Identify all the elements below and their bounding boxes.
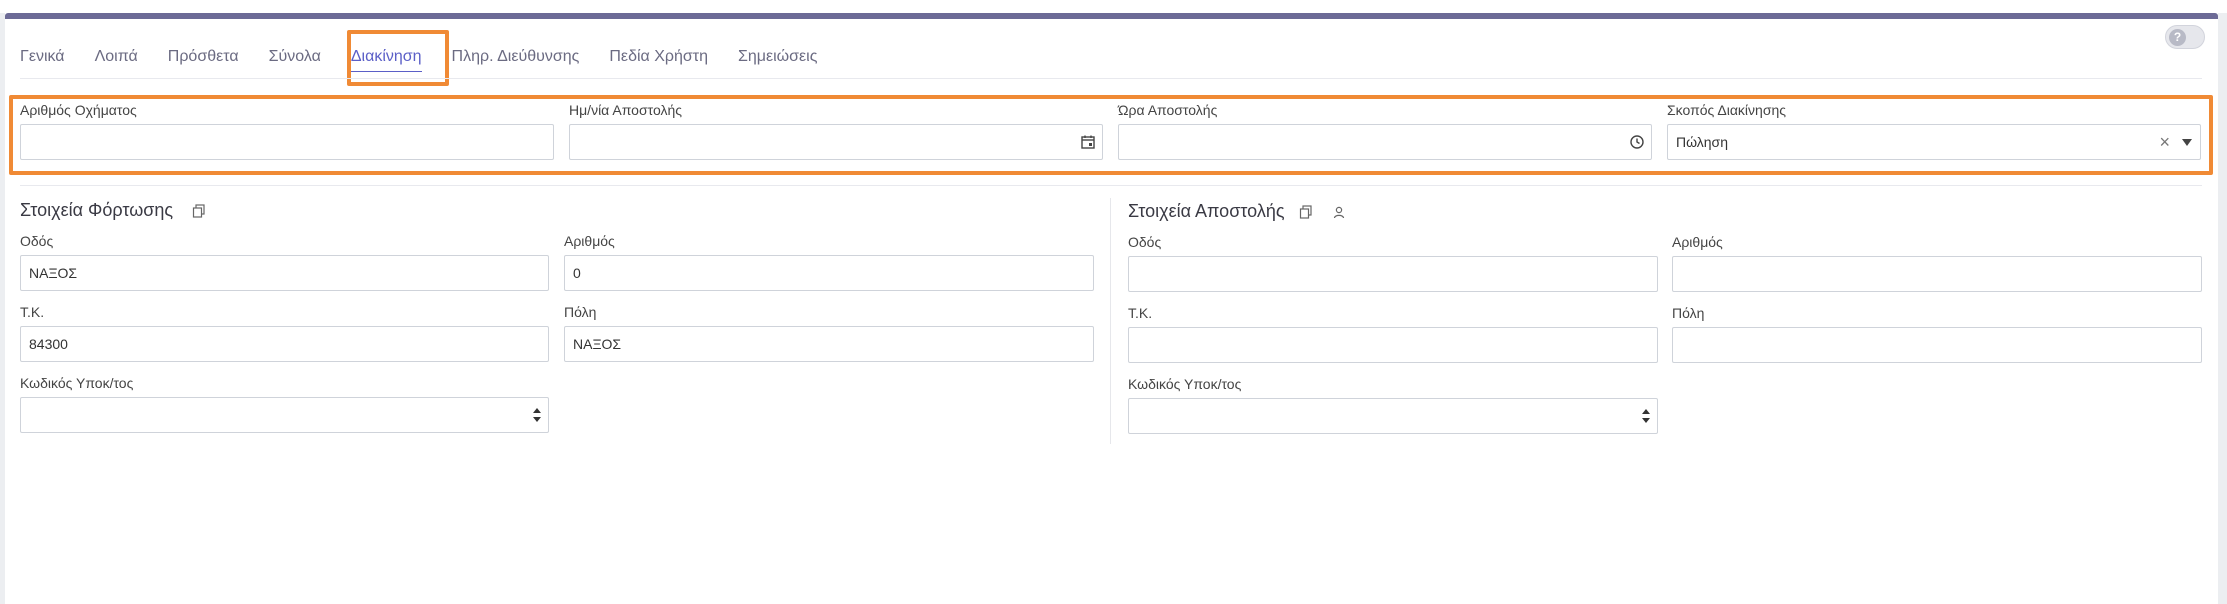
ship-date-input[interactable] bbox=[569, 124, 1103, 160]
tab-address-info[interactable]: Πληρ. Διεύθυνσης bbox=[452, 48, 580, 66]
delivery-number-input[interactable] bbox=[1672, 256, 2202, 292]
loading-zip-label: Τ.Κ. bbox=[20, 304, 45, 320]
vehicle-number-input[interactable] bbox=[20, 124, 554, 160]
delivery-branch-stepper[interactable] bbox=[1128, 398, 1658, 434]
copy-icon[interactable] bbox=[1299, 205, 1313, 219]
vehicle-number-label: Αριθμός Οχήματος bbox=[20, 102, 137, 118]
tab-additional[interactable]: Πρόσθετα bbox=[168, 48, 239, 66]
help-toggle[interactable]: ? bbox=[2165, 25, 2205, 49]
clear-icon[interactable]: × bbox=[2159, 133, 2170, 151]
page-left-edge bbox=[0, 13, 5, 604]
delivery-number-label: Αριθμός bbox=[1672, 234, 1723, 250]
tab-bar: Γενικά Λοιπά Πρόσθετα Σύνολα Διακίνηση Π… bbox=[20, 44, 847, 72]
loading-number-input[interactable]: 0 bbox=[564, 255, 1094, 291]
section-divider bbox=[1110, 198, 1111, 444]
tab-shipping[interactable]: Διακίνηση bbox=[350, 48, 422, 72]
tab-user-fields[interactable]: Πεδία Χρήστη bbox=[609, 48, 708, 66]
tab-notes[interactable]: Σημειώσεις bbox=[738, 48, 817, 66]
delivery-street-label: Οδός bbox=[1128, 234, 1162, 250]
loading-branch-label: Κωδικός Υποκ/τος bbox=[20, 375, 134, 391]
person-icon[interactable] bbox=[1332, 205, 1346, 219]
ship-time-label: Ώρα Αποστολής bbox=[1118, 102, 1218, 118]
tab-general[interactable]: Γενικά bbox=[20, 48, 65, 66]
delivery-zip-label: Τ.Κ. bbox=[1128, 305, 1153, 321]
loading-zip-input[interactable]: 84300 bbox=[20, 326, 549, 362]
loading-street-label: Οδός bbox=[20, 233, 54, 249]
spinner-arrows-icon[interactable] bbox=[532, 403, 542, 427]
delivery-section-title: Στοιχεία Αποστολής bbox=[1128, 201, 1285, 221]
calendar-icon[interactable] bbox=[1080, 134, 1096, 150]
top-accent-bar bbox=[5, 13, 2218, 19]
spinner-arrows-icon[interactable] bbox=[1641, 404, 1651, 428]
shipping-purpose-value: Πώληση bbox=[1676, 134, 1728, 150]
loading-section-title: Στοιχεία Φόρτωσης bbox=[20, 200, 174, 220]
delivery-branch-label: Κωδικός Υποκ/τος bbox=[1128, 376, 1242, 392]
delivery-street-input[interactable] bbox=[1128, 256, 1658, 292]
shipping-separator bbox=[20, 185, 2202, 186]
delivery-city-input[interactable] bbox=[1672, 327, 2202, 363]
shipping-purpose-select[interactable]: Πώληση × bbox=[1667, 124, 2201, 160]
loading-city-label: Πόλη bbox=[564, 304, 597, 320]
copy-icon[interactable] bbox=[192, 204, 206, 218]
ship-date-label: Ημ/νία Αποστολής bbox=[569, 102, 682, 118]
shipping-purpose-label: Σκοπός Διακίνησης bbox=[1667, 102, 1787, 118]
delivery-city-label: Πόλη bbox=[1672, 305, 1705, 321]
loading-city-input[interactable]: ΝΑΞΟΣ bbox=[564, 326, 1094, 362]
loading-number-label: Αριθμός bbox=[564, 233, 615, 249]
chevron-down-icon[interactable] bbox=[2182, 139, 2192, 146]
tab-other[interactable]: Λοιπά bbox=[95, 48, 138, 66]
page-right-edge bbox=[2218, 13, 2227, 604]
loading-street-input[interactable]: ΝΑΞΟΣ bbox=[20, 255, 549, 291]
question-icon: ? bbox=[2169, 29, 2186, 46]
loading-branch-stepper[interactable] bbox=[20, 397, 549, 433]
tab-totals[interactable]: Σύνολα bbox=[269, 48, 321, 66]
tabs-separator bbox=[20, 78, 2202, 79]
ship-time-input[interactable] bbox=[1118, 124, 1652, 160]
delivery-zip-input[interactable] bbox=[1128, 327, 1658, 363]
clock-icon[interactable] bbox=[1629, 134, 1645, 150]
